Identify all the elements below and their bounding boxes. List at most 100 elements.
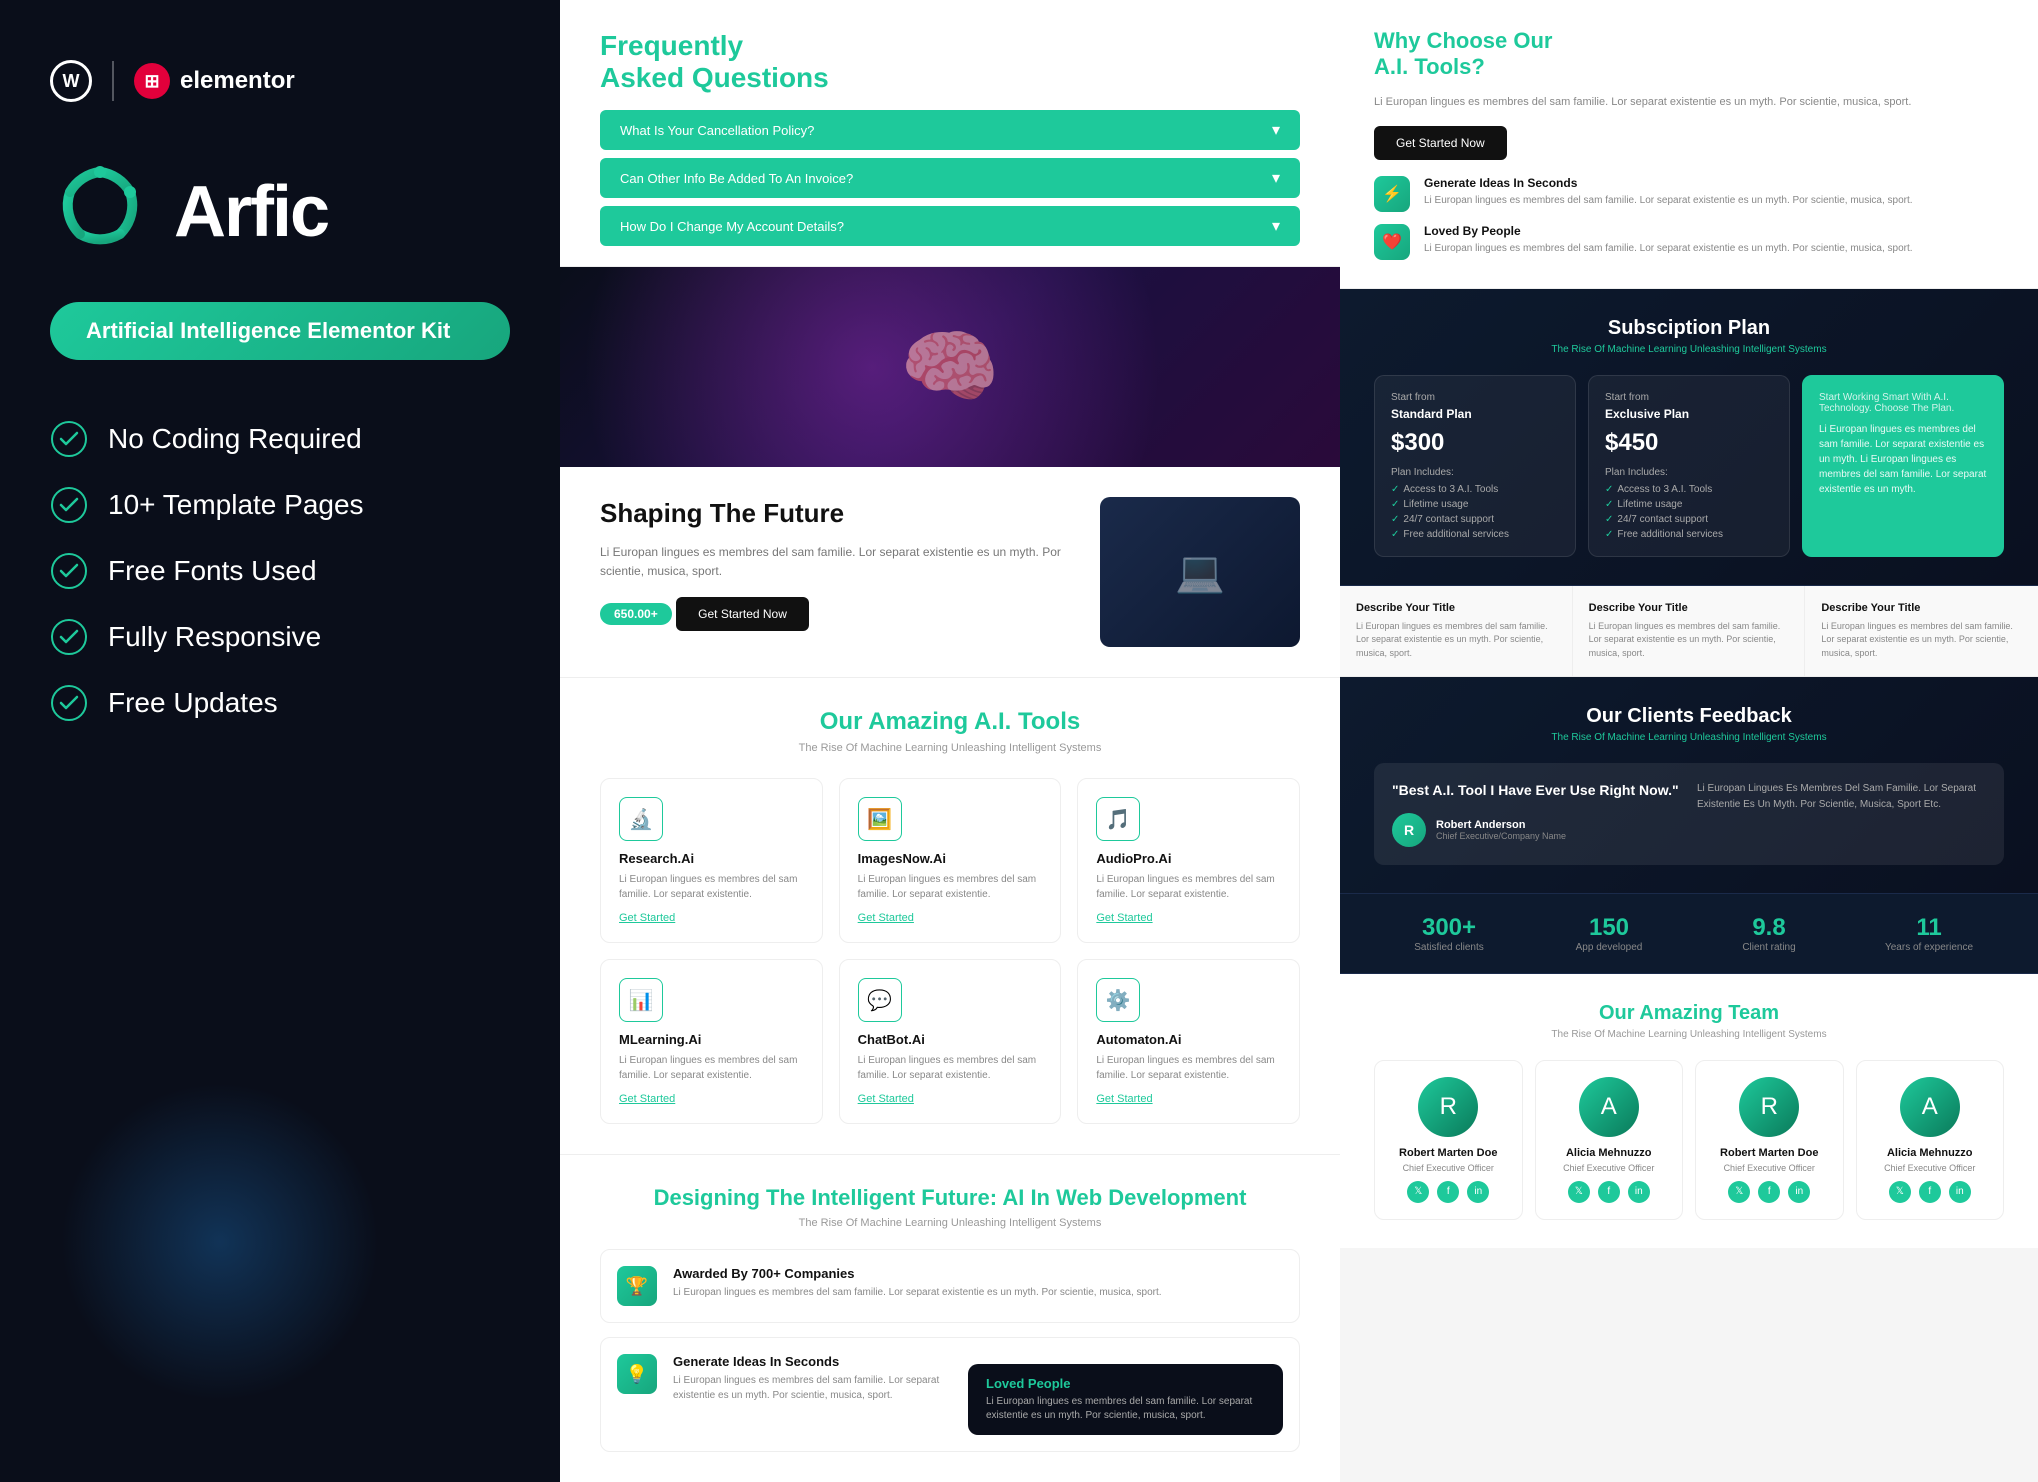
feature-label-fonts: Free Fonts Used	[108, 555, 317, 587]
stat-item-0: 300+ Satisfied clients	[1374, 914, 1524, 953]
describe-title-1: Describe Your Title	[1589, 602, 1789, 614]
subscription-section: Subsciption Plan The Rise Of Machine Lea…	[1340, 289, 2038, 586]
faq-items: What Is Your Cancellation Policy? ▾ Can …	[600, 110, 1300, 246]
shaping-section: Shaping The Future Li Europan lingues es…	[560, 467, 1340, 678]
social-icon-fb-1[interactable]: f	[1598, 1181, 1620, 1203]
social-icon-twitter-1[interactable]: 𝕏	[1568, 1181, 1590, 1203]
social-icon-li-1[interactable]: in	[1628, 1181, 1650, 1203]
feature-label-updates: Free Updates	[108, 687, 278, 719]
designing-card-0: 🏆 Awarded By 700+ Companies Li Europan l…	[600, 1249, 1300, 1323]
stat-value-2: 9.8	[1694, 914, 1844, 942]
plan-feature-e0: Access to 3 A.I. Tools	[1605, 484, 1773, 495]
why-choose-desc: Li Europan lingues es membres del sam fa…	[1374, 94, 2004, 112]
tool-link-2[interactable]: Get Started	[1096, 912, 1152, 924]
social-icon-fb-0[interactable]: f	[1437, 1181, 1459, 1203]
team-socials-0: 𝕏 f in	[1391, 1181, 1506, 1203]
plan-exclusive-label: Start from	[1605, 392, 1773, 403]
team-name-3: Alicia Mehnuzzo	[1873, 1147, 1988, 1159]
why-item-1: ❤️ Loved By People Li Europan lingues es…	[1374, 224, 2004, 260]
check-icon-2	[50, 486, 88, 524]
tool-card-4: 💬 ChatBot.Ai Li Europan lingues es membr…	[839, 959, 1062, 1124]
social-icon-fb-2[interactable]: f	[1758, 1181, 1780, 1203]
elementor-label: elementor	[180, 67, 295, 95]
plan-exclusive-features: Access to 3 A.I. Tools Lifetime usage 24…	[1605, 484, 1773, 540]
tool-card-2: 🎵 AudioPro.Ai Li Europan lingues es memb…	[1077, 778, 1300, 943]
chevron-down-icon-3: ▾	[1272, 216, 1280, 236]
subscription-title: Subsciption Plan	[1374, 317, 2004, 340]
social-icon-li-2[interactable]: in	[1788, 1181, 1810, 1203]
team-grid: R Robert Marten Doe Chief Executive Offi…	[1374, 1060, 2004, 1220]
feature-label-no-coding: No Coding Required	[108, 423, 362, 455]
describe-item-0: Describe Your Title Li Europan lingues e…	[1340, 586, 1573, 677]
team-socials-3: 𝕏 f in	[1873, 1181, 1988, 1203]
faq-title-highlight: Asked Questions	[600, 62, 829, 93]
feedback-section: Our Clients Feedback The Rise Of Machine…	[1340, 677, 2038, 894]
designing-card-icon-0: 🏆	[617, 1266, 657, 1306]
tool-desc-4: Li Europan lingues es membres del sam fa…	[858, 1053, 1043, 1083]
team-avatar-1: A	[1579, 1077, 1639, 1137]
why-items: ⚡ Generate Ideas In Seconds Li Europan l…	[1374, 176, 2004, 260]
why-item-icon-1: ❤️	[1374, 224, 1410, 260]
tool-link-1[interactable]: Get Started	[858, 912, 914, 924]
describe-desc-2: Li Europan lingues es membres del sam fa…	[1821, 620, 2022, 661]
feature-no-coding: No Coding Required	[50, 420, 510, 458]
describe-item-2: Describe Your Title Li Europan lingues e…	[1805, 586, 2038, 677]
feedback-title: Our Clients Feedback	[1374, 705, 2004, 728]
social-icon-twitter-2[interactable]: 𝕏	[1728, 1181, 1750, 1203]
loved-badge: Loved People Li Europan lingues es membr…	[968, 1364, 1283, 1435]
tool-card-0: 🔬 Research.Ai Li Europan lingues es memb…	[600, 778, 823, 943]
team-avatar-0: R	[1418, 1077, 1478, 1137]
shaping-cta-button[interactable]: Get Started Now	[676, 597, 809, 631]
why-item-icon-0: ⚡	[1374, 176, 1410, 212]
why-item-text-0: Generate Ideas In Seconds Li Europan lin…	[1424, 176, 1913, 208]
plan-featured-desc: Li Europan lingues es membres del sam fa…	[1819, 422, 1987, 497]
author-name: Robert Anderson	[1436, 819, 1566, 831]
stat-label-3: Years of experience	[1854, 942, 2004, 953]
feedback-body: Li Europan Lingues Es Membres Del Sam Fa…	[1697, 781, 1986, 813]
describe-desc-0: Li Europan lingues es membres del sam fa…	[1356, 620, 1556, 661]
tool-name-2: AudioPro.Ai	[1096, 851, 1171, 866]
faq-item-3[interactable]: How Do I Change My Account Details? ▾	[600, 206, 1300, 246]
feature-responsive: Fully Responsive	[50, 618, 510, 656]
team-card-2: R Robert Marten Doe Chief Executive Offi…	[1695, 1060, 1844, 1220]
right-panel: Why Choose Our A.I. Tools? Li Europan li…	[1340, 0, 2038, 1482]
describe-desc-1: Li Europan lingues es membres del sam fa…	[1589, 620, 1789, 661]
tool-link-0[interactable]: Get Started	[619, 912, 675, 924]
wordpress-icon: W	[50, 60, 92, 102]
stat-item-1: 150 App developed	[1534, 914, 1684, 953]
designing-card-1: 💡 Generate Ideas In Seconds Li Europan l…	[600, 1337, 1300, 1452]
tool-desc-0: Li Europan lingues es membres del sam fa…	[619, 872, 804, 902]
social-icon-li-3[interactable]: in	[1949, 1181, 1971, 1203]
tool-desc-5: Li Europan lingues es membres del sam fa…	[1096, 1053, 1281, 1083]
plan-feature-s3: Free additional services	[1391, 529, 1559, 540]
tool-link-4[interactable]: Get Started	[858, 1093, 914, 1105]
describe-title-2: Describe Your Title	[1821, 602, 2022, 614]
plan-standard-label: Start from	[1391, 392, 1559, 403]
faq-item-2[interactable]: Can Other Info Be Added To An Invoice? ▾	[600, 158, 1300, 198]
social-icon-fb-3[interactable]: f	[1919, 1181, 1941, 1203]
why-item-desc-1: Li Europan lingues es membres del sam fa…	[1424, 241, 1913, 256]
why-choose-cta-button[interactable]: Get Started Now	[1374, 126, 1507, 160]
tool-name-4: ChatBot.Ai	[858, 1032, 925, 1047]
logo-icon	[50, 162, 150, 262]
ai-tools-title: Our Amazing A.I. Tools	[600, 708, 1300, 736]
why-choose-title: Why Choose Our A.I. Tools?	[1374, 28, 2004, 80]
tool-link-3[interactable]: Get Started	[619, 1093, 675, 1105]
social-icon-twitter-3[interactable]: 𝕏	[1889, 1181, 1911, 1203]
team-socials-1: 𝕏 f in	[1552, 1181, 1667, 1203]
tool-desc-2: Li Europan lingues es membres del sam fa…	[1096, 872, 1281, 902]
designing-card-name-0: Awarded By 700+ Companies	[673, 1266, 1162, 1281]
feedback-author: R Robert Anderson Chief Executive/Compan…	[1392, 813, 1681, 847]
shaping-desc: Li Europan lingues es membres del sam fa…	[600, 543, 1070, 581]
hero-brain-visual: 🧠	[560, 267, 1340, 467]
stats-section: 300+ Satisfied clients 150 App developed…	[1340, 894, 2038, 974]
tool-link-5[interactable]: Get Started	[1096, 1093, 1152, 1105]
team-name-0: Robert Marten Doe	[1391, 1147, 1506, 1159]
faq-title-prefix: Frequently	[600, 30, 743, 61]
social-icon-twitter-0[interactable]: 𝕏	[1407, 1181, 1429, 1203]
feedback-right: Li Europan Lingues Es Membres Del Sam Fa…	[1697, 781, 1986, 847]
social-icon-li-0[interactable]: in	[1467, 1181, 1489, 1203]
shaping-image	[1100, 497, 1300, 647]
faq-item-1[interactable]: What Is Your Cancellation Policy? ▾	[600, 110, 1300, 150]
author-role: Chief Executive/Company Name	[1436, 831, 1566, 841]
